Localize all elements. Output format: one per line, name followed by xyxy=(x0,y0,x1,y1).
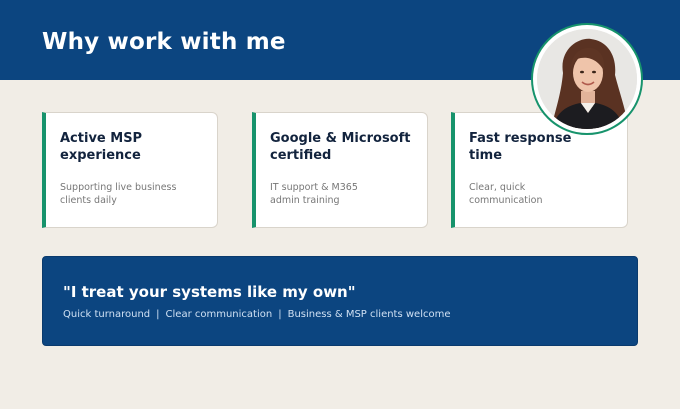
feature-card-description: Clear, quick communication xyxy=(469,182,543,206)
profile-photo-icon xyxy=(537,29,637,129)
avatar xyxy=(531,23,643,135)
avatar-photo xyxy=(537,29,637,129)
tag-separator: | xyxy=(156,309,160,320)
feature-card-description: Supporting live business clients daily xyxy=(60,182,177,206)
feature-card-description: IT support & M365 admin training xyxy=(270,182,358,206)
feature-card-msp: Active MSP experience Supporting live bu… xyxy=(42,112,218,228)
feature-card-title: Google & Microsoft certified xyxy=(270,131,411,163)
page-title: Why work with me xyxy=(42,29,286,55)
quote-tag: Business & MSP clients welcome xyxy=(287,309,451,320)
quote-tag: Clear communication xyxy=(165,309,273,320)
quote-tag: Quick turnaround xyxy=(63,309,151,320)
feature-card-title: Active MSP experience xyxy=(60,131,143,163)
quote-tags: Quick turnaround | Clear communication | Bus… xyxy=(63,308,451,322)
feature-card-title: Fast response time xyxy=(469,131,572,163)
quote-text: "I treat your systems like my own" xyxy=(63,283,356,301)
feature-card-certified: Google & Microsoft certified IT support … xyxy=(252,112,428,228)
quote-banner: "I treat your systems like my own" Quick… xyxy=(42,256,638,346)
tag-separator: | xyxy=(278,309,282,320)
